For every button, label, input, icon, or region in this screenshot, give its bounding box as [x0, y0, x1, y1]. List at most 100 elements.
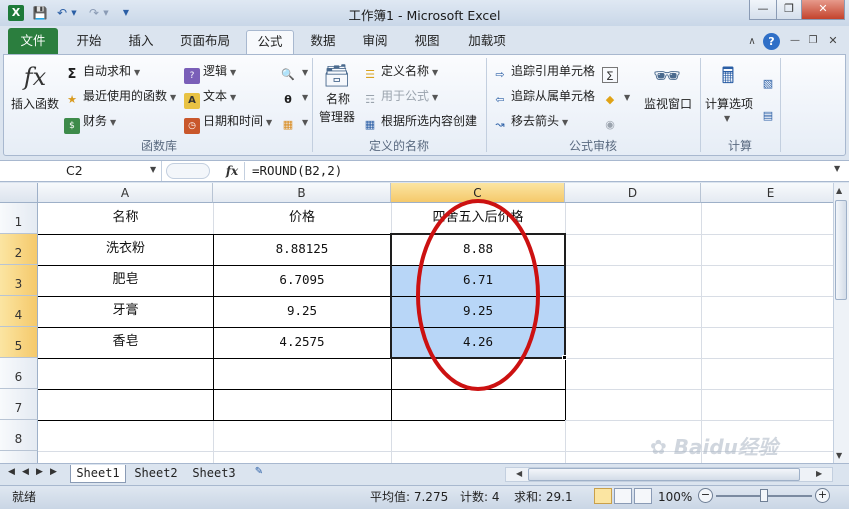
formula-bar-handle[interactable] [166, 163, 210, 179]
tab-home[interactable]: 开始 [66, 30, 112, 54]
logical-button[interactable]: ? 逻辑 ▼ [184, 61, 237, 84]
zoom-level[interactable]: 100% [658, 489, 692, 505]
expand-formula-bar-icon[interactable]: ▼ [834, 164, 840, 173]
group-label-defined-names: 定义的名称 [368, 139, 429, 153]
tab-view[interactable]: 视图 [404, 30, 450, 54]
recent-functions-button[interactable]: ★ 最近使用的函数 ▼ [64, 86, 176, 106]
chevron-down-icon[interactable]: ▼ [724, 114, 730, 123]
normal-view-button[interactable] [594, 488, 612, 504]
lookup-icon: 🔍 [281, 68, 295, 81]
tab-file[interactable]: 文件 [8, 28, 58, 54]
tab-addins[interactable]: 加载项 [458, 30, 516, 54]
text-button[interactable]: A 文本 ▼ [184, 86, 236, 109]
lookup-button[interactable]: 🔍 ▼ [280, 61, 308, 81]
chevron-down-icon: ▼ [110, 118, 117, 127]
tab-insert[interactable]: 插入 [118, 30, 164, 54]
name-manager-label-2[interactable]: 管理器 [316, 110, 358, 124]
insert-function-icon[interactable]: fx [18, 60, 52, 94]
last-sheet-icon[interactable]: ▶ [50, 467, 57, 477]
calc-options-button[interactable]: 计算选项 [703, 94, 755, 114]
zoom-slider-thumb[interactable] [760, 489, 768, 502]
evaluate-formula-button[interactable]: ◉ [602, 111, 621, 131]
page-break-view-button[interactable] [634, 488, 652, 504]
trace-dependents-label: 追踪从属单元格 [511, 89, 596, 103]
help-icon[interactable]: ? [763, 33, 780, 50]
name-box[interactable]: C2 [4, 161, 162, 181]
chevron-down-icon: ▼ [432, 93, 439, 102]
chevron-down-icon: ▼ [134, 68, 141, 77]
minimize-button[interactable]: — [749, 0, 777, 20]
zoom-out-icon[interactable]: − [698, 488, 713, 503]
show-formulas-button[interactable]: ∑ [602, 61, 621, 83]
create-from-selection-button[interactable]: ▦ 根据所选内容创建 [362, 111, 477, 131]
status-average: 平均值: 7.275 [370, 490, 449, 504]
first-sheet-icon[interactable]: ◀ [8, 467, 15, 477]
tab-data[interactable]: 数据 [300, 30, 346, 54]
chevron-down-icon: ▼ [302, 68, 309, 77]
doc-restore-icon[interactable]: ❐ [806, 33, 820, 49]
calc-options-icon[interactable]: 🖩 [711, 60, 745, 94]
sheet-tab-1[interactable]: Sheet1 [70, 465, 126, 483]
scroll-down-icon[interactable]: ▼ [836, 451, 842, 460]
page-layout-view-button[interactable] [614, 488, 632, 504]
insert-function-button[interactable]: 插入函数 [9, 94, 61, 114]
autosum-label: 自动求和 [83, 64, 132, 78]
define-name-button[interactable]: ☰ 定义名称 ▼ [362, 61, 438, 81]
financial-button[interactable]: $ 财务 ▼ [64, 111, 117, 134]
datetime-button[interactable]: ◷ 日期和时间 ▼ [184, 111, 272, 134]
remove-arrows-label: 移去箭头 [511, 114, 560, 128]
name-box-dropdown-icon[interactable]: ▼ [150, 165, 156, 174]
autosum-button[interactable]: Σ 自动求和 ▼ [64, 61, 141, 82]
error-checking-button[interactable]: ◆ ▼ [602, 86, 630, 106]
group-label-function-library: 函数库 [140, 139, 177, 153]
chevron-down-icon: ▼ [562, 118, 569, 127]
scroll-left-icon[interactable]: ◀ [516, 469, 522, 478]
trace-precedents-icon: ⇨ [495, 68, 505, 81]
insert-sheet-icon[interactable]: ✎ [250, 466, 268, 481]
book-icon: A [184, 93, 200, 109]
sheet-tab-3[interactable]: Sheet3 [186, 465, 242, 483]
financial-label: 财务 [83, 114, 108, 128]
restore-button[interactable]: ❐ [776, 0, 802, 20]
next-sheet-icon[interactable]: ▶ [36, 467, 43, 477]
horizontal-scroll-thumb[interactable] [528, 468, 800, 481]
tab-page-layout[interactable]: 页面布局 [170, 30, 240, 54]
warning-icon: ◆ [605, 93, 615, 106]
theta-icon: θ [284, 93, 292, 106]
scroll-right-icon[interactable]: ▶ [816, 469, 822, 478]
watch-window-button[interactable]: 监视窗口 [640, 94, 696, 114]
name-manager-icon[interactable]: 🗃 [320, 60, 354, 94]
calculate-sheet-button[interactable]: ▤ [760, 102, 779, 122]
formula-input[interactable]: =ROUND(B2,2) [252, 161, 342, 181]
fx-insert-function-icon[interactable]: fx [222, 161, 242, 181]
evaluate-formula-icon: ◉ [605, 118, 615, 131]
calculate-now-button[interactable]: ▧ [760, 70, 779, 90]
group-label-calculation: 计算 [727, 139, 752, 153]
close-button[interactable]: ✕ [801, 0, 845, 20]
watch-window-icon[interactable]: 🕶 [650, 60, 684, 94]
remove-arrows-button[interactable]: ↝ 移去箭头 ▼ [492, 111, 568, 131]
name-manager-label-1[interactable]: 名称 [318, 92, 358, 106]
formula-separator [244, 162, 245, 180]
tab-review[interactable]: 审阅 [352, 30, 398, 54]
trace-precedents-button[interactable]: ⇨ 追踪引用单元格 [492, 61, 595, 81]
math-button[interactable]: θ ▼ [280, 86, 308, 106]
minimize-ribbon-icon[interactable]: ∧ [744, 34, 760, 50]
vertical-scroll-thumb[interactable] [835, 200, 847, 300]
more-functions-button[interactable]: ▦ ▼ [280, 111, 308, 131]
recent-functions-label: 最近使用的函数 [83, 89, 168, 103]
scroll-up-icon[interactable]: ▲ [836, 186, 842, 195]
use-in-formula-button[interactable]: ☶ 用于公式 ▼ [362, 86, 438, 106]
chevron-down-icon: ▼ [230, 68, 237, 77]
annotation-ellipse [416, 199, 540, 391]
zoom-in-icon[interactable]: + [815, 488, 830, 503]
group-label-formula-auditing: 公式审核 [568, 139, 617, 153]
doc-minimize-icon[interactable]: — [788, 33, 802, 49]
doc-close-icon[interactable]: ✕ [826, 33, 840, 49]
tab-formulas[interactable]: 公式 [246, 30, 294, 54]
prev-sheet-icon[interactable]: ◀ [22, 467, 29, 477]
trace-dependents-button[interactable]: ⇦ 追踪从属单元格 [492, 86, 595, 106]
sheet-tab-2[interactable]: Sheet2 [128, 465, 184, 483]
books-icon: ▦ [282, 118, 294, 131]
worksheet-grid[interactable]: A B C D E 1 2 3 4 5 6 7 8 名称 价格 四舍五入后价格 … [0, 183, 833, 463]
